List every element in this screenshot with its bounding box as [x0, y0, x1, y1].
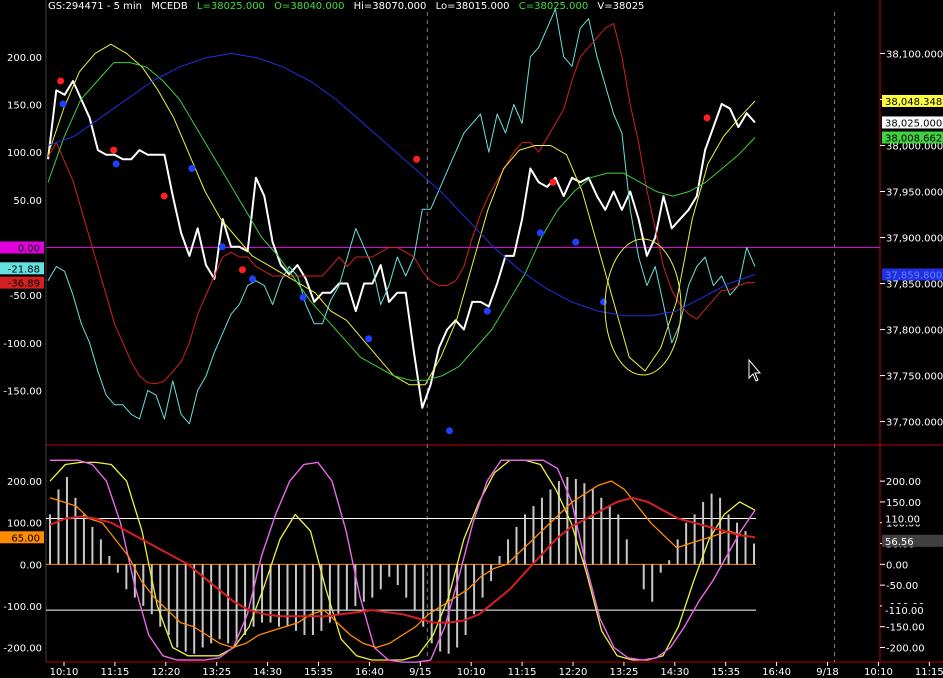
- blue-marker: [445, 427, 453, 435]
- red-marker: [549, 178, 557, 186]
- x-tick-label: 10:10: [457, 667, 486, 678]
- red-marker: [110, 146, 118, 154]
- red-oscillator-line: [49, 496, 756, 624]
- cursor-arrow-icon: [748, 358, 762, 382]
- osc-badge-label: -36.89: [8, 279, 40, 290]
- red-marker: [160, 192, 168, 200]
- lower-right-tick-label: -200.00: [886, 644, 925, 655]
- ellipse-annotation: [604, 238, 682, 376]
- x-tick-label: 16:40: [355, 667, 384, 678]
- blue-marker: [365, 335, 373, 343]
- x-tick-label: 15:35: [711, 667, 740, 678]
- x-tick-label: 16:40: [762, 667, 791, 678]
- right-tick-label: 37,800.000: [886, 326, 943, 337]
- lower-right-badge-label: 56.56: [885, 537, 914, 548]
- left-tick-label: -100.00: [3, 339, 42, 350]
- red-marker: [238, 266, 246, 274]
- lower-badge-label: 65.00: [11, 533, 40, 544]
- lower-left-tick-label: -100.00: [3, 602, 42, 613]
- lower-right-tick-label: -150.00: [886, 623, 925, 634]
- pink-oscillator-line: [50, 459, 756, 663]
- yellow-oscillator-line: [49, 459, 756, 661]
- osc-badge-label: 0.00: [18, 243, 40, 254]
- price-chart[interactable]: 38,100.00038,050.00038,000.00037,950.000…: [0, 0, 943, 678]
- blue-marker: [249, 275, 257, 283]
- osc-badge-label: -21.88: [8, 264, 40, 275]
- right-tick-label: 37,700.000: [886, 418, 943, 429]
- left-tick-label: -50.00: [10, 291, 42, 302]
- right-tick-label: 38,100.000: [886, 49, 943, 60]
- blue-marker: [188, 164, 196, 172]
- blue-marker: [536, 229, 544, 237]
- lower-right-tick-label: -50.00: [886, 581, 918, 592]
- lower-left-tick-label: 200.00: [7, 477, 42, 488]
- x-tick-label: 12:20: [151, 667, 180, 678]
- left-tick-label: 200.00: [7, 53, 42, 64]
- blue-marker: [59, 100, 67, 108]
- right-tick-label: 37,950.000: [886, 187, 943, 198]
- red-series-line: [47, 22, 756, 385]
- blue-marker: [483, 307, 491, 315]
- lower-left-tick-label: 100.00: [7, 519, 42, 530]
- lower-right-tick-label: 200.00: [886, 477, 921, 488]
- x-tick-label: 11:15: [508, 667, 537, 678]
- lower-left-tick-label: 0.00: [20, 560, 42, 571]
- blue-marker: [218, 243, 226, 251]
- left-tick-label: -150.00: [3, 386, 42, 397]
- x-tick-label: 9/18: [816, 667, 838, 678]
- left-tick-label: 150.00: [7, 100, 42, 111]
- red-marker: [57, 77, 65, 85]
- red-marker: [703, 114, 711, 122]
- red-marker: [413, 155, 421, 163]
- x-tick-label: 11:15: [100, 667, 129, 678]
- lower-right-tick-label: 0.00: [886, 560, 908, 571]
- x-tick-label: 11:15: [915, 667, 943, 678]
- price-badge-label: 38,048.348: [885, 97, 942, 108]
- price-series-line: [47, 80, 756, 409]
- x-tick-label: 10:10: [864, 667, 893, 678]
- x-tick-label: 13:25: [202, 667, 231, 678]
- lower-left-tick-label: -200.00: [3, 644, 42, 655]
- blue-marker: [299, 293, 307, 301]
- green-series-line: [47, 62, 756, 381]
- x-tick-label: 14:30: [253, 667, 282, 678]
- blue-series-line: [47, 52, 756, 317]
- lower-right-badge-label: 110.00: [885, 515, 920, 526]
- left-tick-label: 100.00: [7, 148, 42, 159]
- blue-marker: [112, 160, 120, 168]
- yellow-series-line: [47, 43, 756, 386]
- magenta-oscillator-line: [50, 459, 756, 663]
- price-badge-label: 38,025.000: [885, 118, 942, 129]
- right-tick-label: 37,900.000: [886, 234, 943, 245]
- x-tick-label: 14:30: [660, 667, 689, 678]
- right-tick-label: 37,750.000: [886, 372, 943, 383]
- x-tick-label: 13:25: [609, 667, 638, 678]
- left-tick-label: 50.00: [13, 196, 42, 207]
- lower-right-badge-label: -110.00: [885, 606, 924, 617]
- lower-right-tick-label: 150.00: [886, 498, 921, 509]
- price-badge-label: 38,008.662: [885, 133, 942, 144]
- x-tick-label: 10:10: [50, 667, 79, 678]
- price-badge-label: 37,859.800: [885, 271, 942, 282]
- x-tick-label: 12:20: [559, 667, 588, 678]
- blue-marker: [600, 298, 607, 306]
- cyan-series-line: [47, 8, 756, 425]
- x-tick-label: 9/15: [409, 667, 431, 678]
- blue-marker: [572, 238, 580, 246]
- x-tick-label: 15:35: [304, 667, 333, 678]
